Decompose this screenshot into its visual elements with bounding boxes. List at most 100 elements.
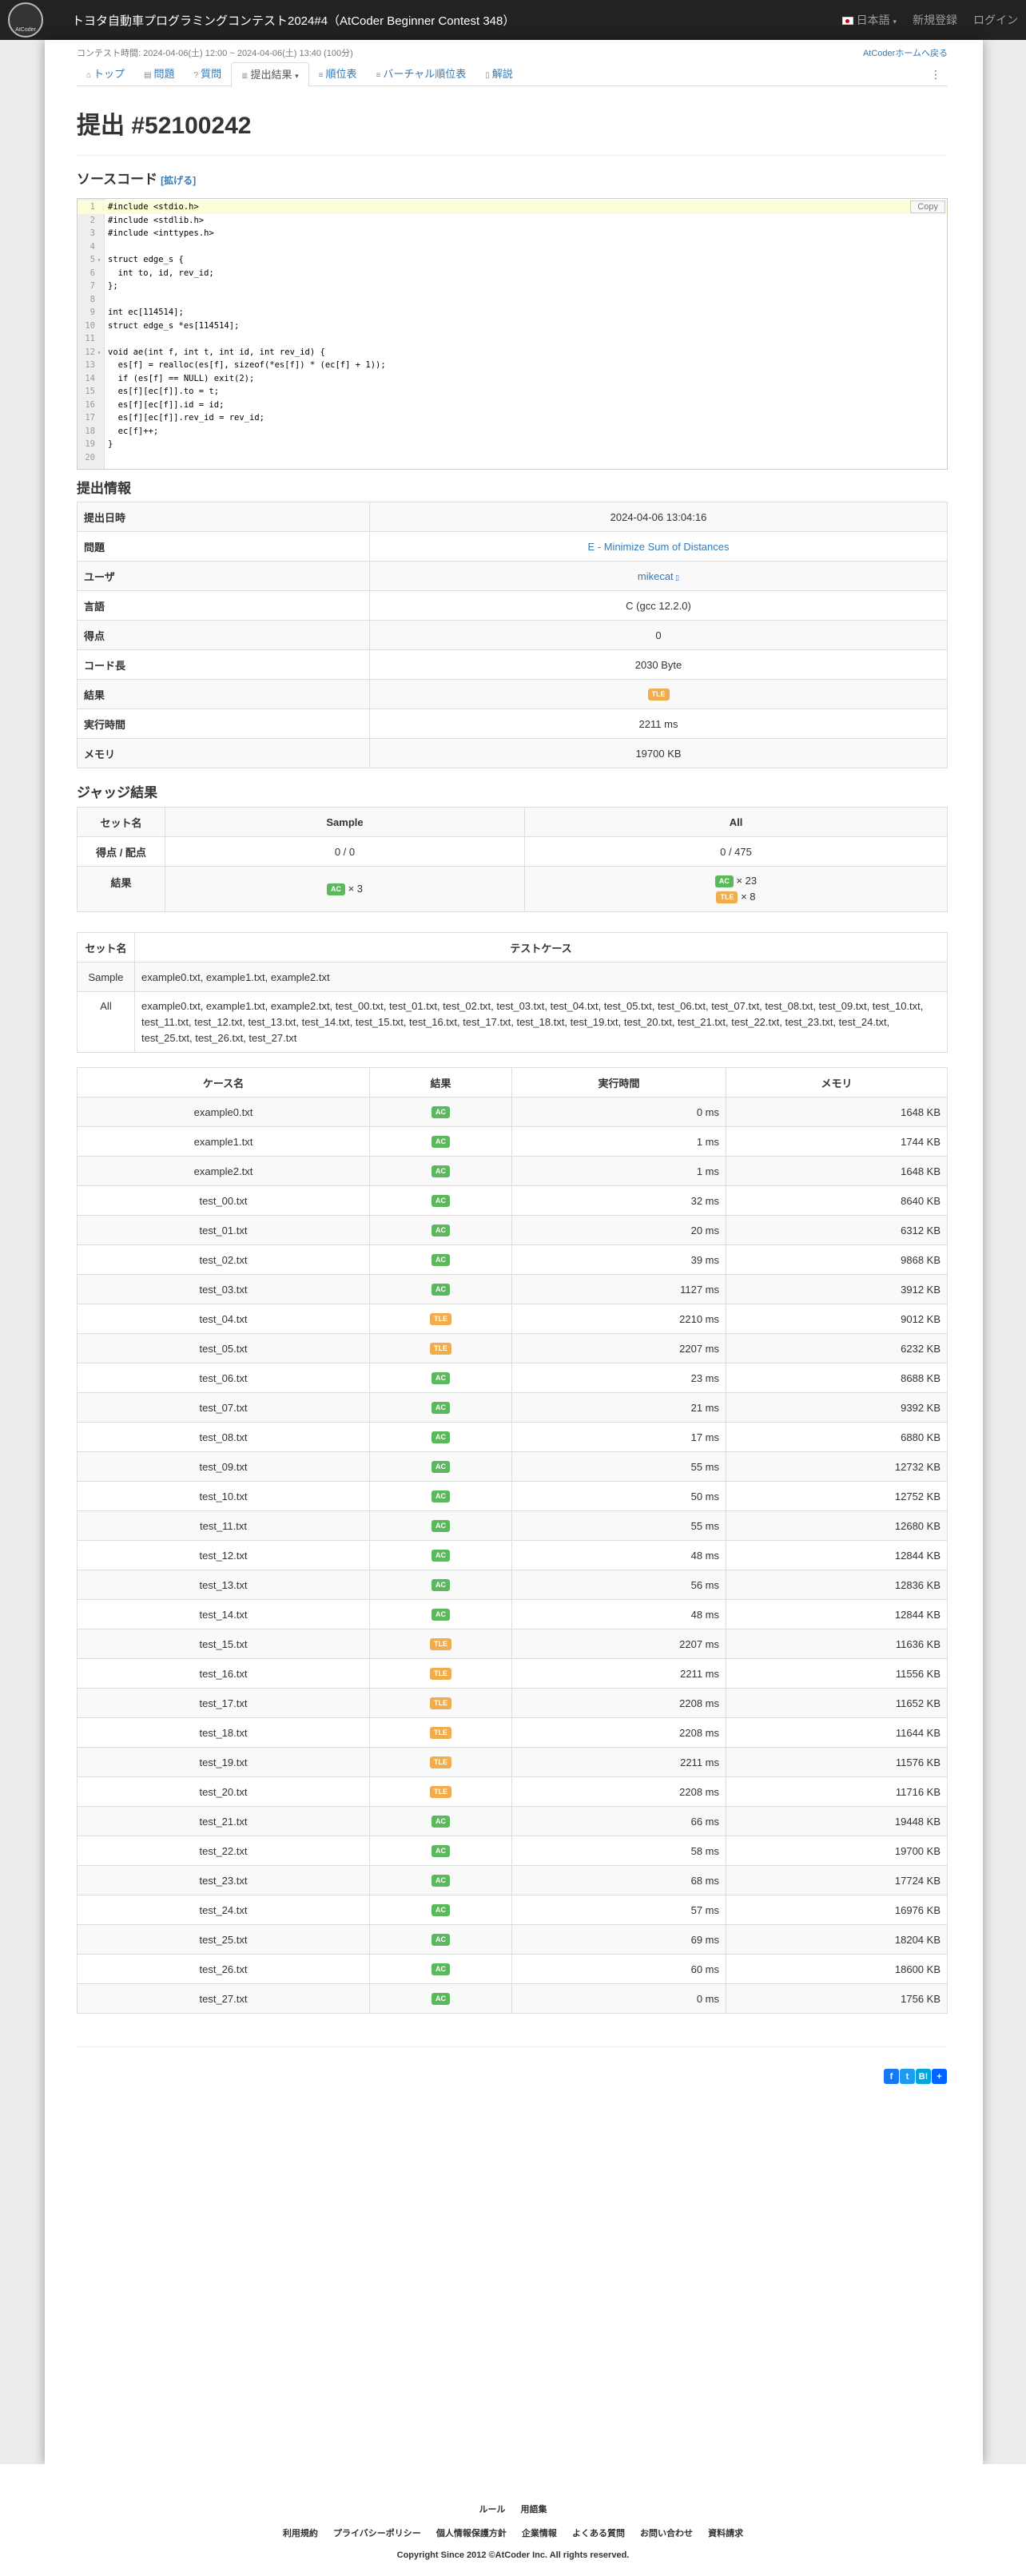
case-time: 2208 ms xyxy=(511,1717,726,1748)
footer-link-glossary[interactable]: 用語集 xyxy=(521,2505,547,2514)
header-test-cases: テストケース xyxy=(134,932,948,963)
line-number: 4 xyxy=(89,241,95,252)
source-code-editor[interactable]: 1 #include <stdio.h> 2 #include <stdlib.h> 3… xyxy=(77,198,948,470)
contest-time: コンテスト時間: 2024-04-06(土) 12:00 ~ 2024-04-0… xyxy=(77,49,353,58)
case-name: test_23.txt xyxy=(77,1865,370,1895)
case-result: AC xyxy=(369,1481,512,1511)
status-badge: AC xyxy=(431,1461,450,1474)
tab-submissions[interactable]: ≣ 提出結果 ▾ xyxy=(231,62,309,87)
table-row: example0.txt AC 0 ms 1648 KB xyxy=(77,1097,948,1127)
more-menu-icon[interactable]: ⋮ xyxy=(924,62,948,85)
case-memory: 12680 KB xyxy=(726,1510,948,1541)
tab-standings[interactable]: ≡ 順位表 xyxy=(309,62,367,86)
case-memory: 8640 KB xyxy=(726,1185,948,1216)
user-history-icon[interactable]: ▯ xyxy=(674,574,679,581)
info-label: コード長 xyxy=(77,649,370,680)
case-time: 0 ms xyxy=(511,1983,726,2014)
case-time: 2211 ms xyxy=(511,1747,726,1777)
contest-title[interactable]: トヨタ自動車プログラミングコンテスト2024#4（AtCoder Beginne… xyxy=(72,12,515,29)
footer-link-company[interactable]: 企業情報 xyxy=(522,2529,557,2538)
tasks-icon: ▤ xyxy=(144,71,152,80)
line-number: 6 xyxy=(89,268,95,278)
case-name: test_09.txt xyxy=(77,1451,370,1482)
case-result: TLE xyxy=(369,1688,512,1718)
all-tle-line: TLE × 8 xyxy=(531,889,940,905)
status-badge: AC xyxy=(431,1195,450,1208)
case-memory: 12752 KB xyxy=(726,1481,948,1511)
case-result: AC xyxy=(369,1599,512,1629)
code-line: 11 xyxy=(78,332,947,346)
footer-link-personal-info[interactable]: 個人情報保護方針 xyxy=(436,2529,507,2538)
problem-link[interactable]: E - Minimize Sum of Distances xyxy=(588,541,730,553)
copy-button[interactable]: Copy xyxy=(910,200,945,213)
tab-virtual-standings[interactable]: ≡ バーチャル順位表 xyxy=(367,62,476,86)
status-badge: AC xyxy=(431,1904,450,1917)
register-link[interactable]: 新規登録 xyxy=(913,12,957,28)
score-label: 得点 / 配点 xyxy=(77,836,165,867)
judge-result-table: セット名 Sample All 得点 / 配点 0 / 0 0 / 475 結果… xyxy=(77,807,948,912)
table-row: test_25.txt AC 69 ms 18204 KB xyxy=(77,1924,948,1955)
fold-arrow-icon[interactable]: ▾ xyxy=(95,254,103,268)
table-row: 提出日時 2024-04-06 13:04:16 xyxy=(77,502,948,532)
facebook-share-icon[interactable]: f xyxy=(884,2069,899,2084)
info-value: 2030 Byte xyxy=(369,649,948,680)
info-label: 結果 xyxy=(77,679,370,709)
code-line: 14 if (es[f] == NULL) exit(2); xyxy=(78,372,947,386)
table-row: test_16.txt TLE 2211 ms 11556 KB xyxy=(77,1658,948,1689)
case-result: AC xyxy=(369,1451,512,1482)
code-text: if (es[f] == NULL) exit(2); xyxy=(108,373,255,383)
hatena-bookmark-icon[interactable]: B! xyxy=(916,2069,931,2084)
header-set-name: セット名 xyxy=(77,932,135,963)
status-badge: AC xyxy=(431,1165,450,1178)
japan-flag-icon xyxy=(841,17,853,26)
code-text: void ae(int f, int t, int id, int rev_id… xyxy=(108,347,325,357)
code-line: 8 xyxy=(78,293,947,307)
footer-link-contact[interactable]: お問い合わせ xyxy=(640,2529,693,2538)
case-memory: 1756 KB xyxy=(726,1983,948,2014)
case-memory: 1744 KB xyxy=(726,1126,948,1157)
footer-link-documents[interactable]: 資料請求 xyxy=(708,2529,743,2538)
header-sample: Sample xyxy=(165,807,525,837)
tab-clarifications[interactable]: ? 質問 xyxy=(185,62,232,86)
code-line: 18 ec[f]++; xyxy=(78,425,947,439)
atcoder-logo[interactable]: AtCoder xyxy=(0,0,51,40)
tab-editorial[interactable]: ▯ 解説 xyxy=(475,62,523,86)
twitter-share-icon[interactable]: t xyxy=(900,2069,915,2084)
footer-link-faq[interactable]: よくある質問 xyxy=(572,2529,625,2538)
case-memory: 8688 KB xyxy=(726,1363,948,1393)
fold-arrow-icon[interactable]: ▾ xyxy=(95,347,103,360)
login-link[interactable]: ログイン xyxy=(973,12,1018,28)
line-number: 8 xyxy=(89,294,95,304)
case-name: test_22.txt xyxy=(77,1836,370,1866)
info-value-text: 2211 ms xyxy=(638,717,678,730)
expand-link[interactable]: [拡げる] xyxy=(161,175,196,186)
table-row: test_17.txt TLE 2208 ms 11652 KB xyxy=(77,1688,948,1718)
status-badge: AC xyxy=(714,875,734,888)
language-dropdown[interactable]: 日本語 ▾ xyxy=(841,12,897,28)
line-number: 1 xyxy=(89,202,95,212)
footer-link-privacy[interactable]: プライバシーポリシー xyxy=(333,2529,421,2538)
status-badge: AC xyxy=(431,1963,450,1976)
case-name: test_16.txt xyxy=(77,1658,370,1689)
line-number: 10 xyxy=(85,320,95,331)
back-to-home-link[interactable]: AtCoderホームへ戻る xyxy=(863,46,948,59)
case-time: 69 ms xyxy=(511,1924,726,1955)
case-time: 68 ms xyxy=(511,1865,726,1895)
case-time: 60 ms xyxy=(511,1954,726,1984)
code-line: 1 #include <stdio.h> xyxy=(78,200,947,214)
case-name: example0.txt xyxy=(77,1097,370,1127)
case-memory: 16976 KB xyxy=(726,1895,948,1925)
footer-link-rules[interactable]: ルール xyxy=(479,2505,505,2514)
status-badge: AC xyxy=(431,1934,450,1947)
footer-link-terms[interactable]: 利用規約 xyxy=(283,2529,318,2538)
result-all: AC × 23 TLE × 8 xyxy=(524,866,948,912)
case-name: test_04.txt xyxy=(77,1304,370,1334)
user-link[interactable]: mikecat xyxy=(638,570,674,582)
table-row: test_27.txt AC 0 ms 1756 KB xyxy=(77,1983,948,2014)
tab-top[interactable]: ⌂ トップ xyxy=(77,62,134,86)
addtoany-share-icon[interactable]: + xyxy=(932,2069,947,2084)
copyright: Copyright Since 2012 ©AtCoder Inc. All r… xyxy=(396,2550,630,2560)
tab-tasks[interactable]: ▤ 問題 xyxy=(134,62,184,86)
case-result: AC xyxy=(369,1422,512,1452)
case-time: 2210 ms xyxy=(511,1304,726,1334)
